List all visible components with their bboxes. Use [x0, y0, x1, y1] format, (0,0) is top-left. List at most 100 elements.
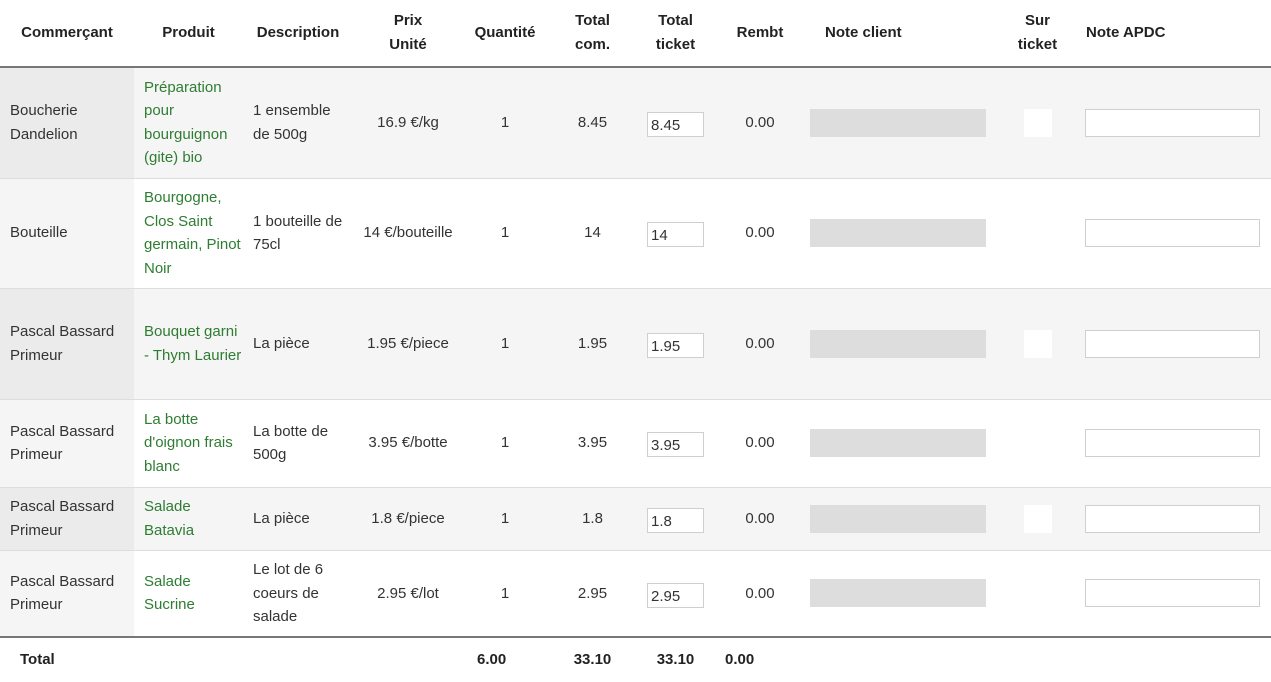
- product-link[interactable]: Salade Batavia: [144, 498, 194, 539]
- total-ticket-input[interactable]: [647, 432, 704, 458]
- totals-row: Total 6.00 33.10 33.10 0.00: [0, 636, 1271, 682]
- col-header-total-ticket: Total ticket: [638, 0, 713, 68]
- col-header-description: Description: [243, 0, 353, 68]
- client-note-cell: [807, 399, 993, 488]
- refund-cell: 0.00: [713, 399, 807, 488]
- apdc-note-input[interactable]: [1085, 219, 1260, 247]
- on-ticket-checkbox[interactable]: [1023, 108, 1052, 137]
- product-link[interactable]: La botte d'oignon frais blanc: [144, 411, 233, 475]
- unit-price-cell: 3.95 €/botte: [353, 399, 463, 488]
- total-ticket-sum: 33.10: [638, 636, 713, 682]
- total-ticket-cell: [638, 67, 713, 179]
- total-ticket-cell: [638, 399, 713, 488]
- on-ticket-cell: [993, 487, 1082, 551]
- product-link[interactable]: Salade Sucrine: [144, 573, 195, 614]
- on-ticket-cell: [993, 67, 1082, 179]
- table-row: Bouteille Bourgogne, Clos Saint germain,…: [0, 178, 1271, 289]
- merchant-cell: Pascal Bassard Primeur: [0, 399, 134, 488]
- unit-price-cell: 16.9 €/kg: [353, 67, 463, 179]
- total-order-cell: 2.95: [547, 550, 638, 638]
- total-ticket-input[interactable]: [647, 332, 704, 358]
- description-cell: La pièce: [243, 288, 353, 400]
- refund-cell: 0.00: [713, 288, 807, 400]
- total-order-cell: 8.45: [547, 67, 638, 179]
- client-note-field: [810, 429, 986, 457]
- total-ticket-cell: [638, 288, 713, 400]
- apdc-note-cell: [1082, 550, 1271, 638]
- apdc-note-input[interactable]: [1085, 504, 1260, 533]
- on-ticket-cell: [993, 288, 1082, 400]
- product-link[interactable]: Bouquet garni - Thym Laurier: [144, 323, 241, 364]
- apdc-note-input[interactable]: [1085, 579, 1260, 608]
- client-note-field: [810, 108, 986, 137]
- order-lines-table: Commerçant Produit Description Prix Unité…: [0, 0, 1271, 682]
- quantity-cell: 1: [463, 399, 547, 488]
- total-label: Total: [0, 636, 134, 682]
- col-header-merchant: Commerçant: [0, 0, 134, 68]
- product-cell: Salade Sucrine: [134, 550, 243, 638]
- total-refund-sum: 0.00: [713, 636, 807, 682]
- quantity-cell: 1: [463, 487, 547, 551]
- apdc-note-cell: [1082, 487, 1271, 551]
- product-link[interactable]: Bourgogne, Clos Saint germain, Pinot Noi…: [144, 189, 241, 277]
- refund-cell: 0.00: [713, 487, 807, 551]
- product-link[interactable]: Préparation pour bourguignon (gite) bio: [144, 79, 227, 167]
- on-ticket-cell: [993, 178, 1082, 289]
- description-cell: Le lot de 6 coeurs de salade: [243, 550, 353, 638]
- product-cell: Bouquet garni - Thym Laurier: [134, 288, 243, 400]
- client-note-field: [810, 579, 986, 608]
- col-header-unit-price: Prix Unité: [353, 0, 463, 68]
- merchant-cell: Pascal Bassard Primeur: [0, 288, 134, 400]
- client-note-cell: [807, 487, 993, 551]
- merchant-cell: Bouteille: [0, 178, 134, 289]
- total-quantity: 6.00: [463, 636, 547, 682]
- merchant-cell: Pascal Bassard Primeur: [0, 550, 134, 638]
- total-order-cell: 3.95: [547, 399, 638, 488]
- total-ticket-input[interactable]: [647, 222, 704, 248]
- col-header-on-ticket: Sur ticket: [993, 0, 1082, 68]
- description-cell: La botte de 500g: [243, 399, 353, 488]
- table-row: Pascal Bassard Primeur La botte d'oignon…: [0, 399, 1271, 488]
- apdc-note-cell: [1082, 67, 1271, 179]
- client-note-field: [810, 504, 986, 533]
- col-header-client-note: Note client: [807, 0, 993, 68]
- total-ticket-input[interactable]: [647, 582, 704, 608]
- refund-cell: 0.00: [713, 178, 807, 289]
- apdc-note-input[interactable]: [1085, 108, 1260, 137]
- on-ticket-checkbox[interactable]: [1023, 329, 1052, 358]
- col-header-quantity: Quantité: [463, 0, 547, 68]
- total-ticket-input[interactable]: [647, 112, 704, 137]
- table-row: Pascal Bassard Primeur Salade Sucrine Le…: [0, 550, 1271, 638]
- total-ticket-input[interactable]: [647, 507, 704, 533]
- merchant-cell: Pascal Bassard Primeur: [0, 487, 134, 551]
- table-row: Pascal Bassard Primeur Salade Batavia La…: [0, 487, 1271, 551]
- quantity-cell: 1: [463, 178, 547, 289]
- refund-cell: 0.00: [713, 67, 807, 179]
- apdc-note-cell: [1082, 399, 1271, 488]
- apdc-note-input[interactable]: [1085, 329, 1260, 358]
- on-ticket-cell: [993, 550, 1082, 638]
- col-header-total-order: Total com.: [547, 0, 638, 68]
- total-ticket-cell: [638, 178, 713, 289]
- client-note-cell: [807, 178, 993, 289]
- client-note-field: [810, 219, 986, 247]
- col-header-product: Produit: [134, 0, 243, 68]
- table-row: Pascal Bassard Primeur Bouquet garni - T…: [0, 288, 1271, 400]
- unit-price-cell: 2.95 €/lot: [353, 550, 463, 638]
- description-cell: 1 bouteille de 75cl: [243, 178, 353, 289]
- table-row: Boucherie Dandelion Préparation pour bou…: [0, 67, 1271, 179]
- on-ticket-checkbox[interactable]: [1023, 504, 1052, 533]
- apdc-note-input[interactable]: [1085, 429, 1260, 457]
- client-note-field: [810, 329, 986, 358]
- col-header-refund: Rembt: [713, 0, 807, 68]
- total-order-cell: 1.95: [547, 288, 638, 400]
- col-header-apdc-note: Note APDC: [1082, 0, 1271, 68]
- product-cell: Préparation pour bourguignon (gite) bio: [134, 67, 243, 179]
- total-ticket-cell: [638, 487, 713, 551]
- apdc-note-cell: [1082, 178, 1271, 289]
- product-cell: Bourgogne, Clos Saint germain, Pinot Noi…: [134, 178, 243, 289]
- unit-price-cell: 14 €/bouteille: [353, 178, 463, 289]
- total-order-cell: 1.8: [547, 487, 638, 551]
- client-note-cell: [807, 288, 993, 400]
- quantity-cell: 1: [463, 67, 547, 179]
